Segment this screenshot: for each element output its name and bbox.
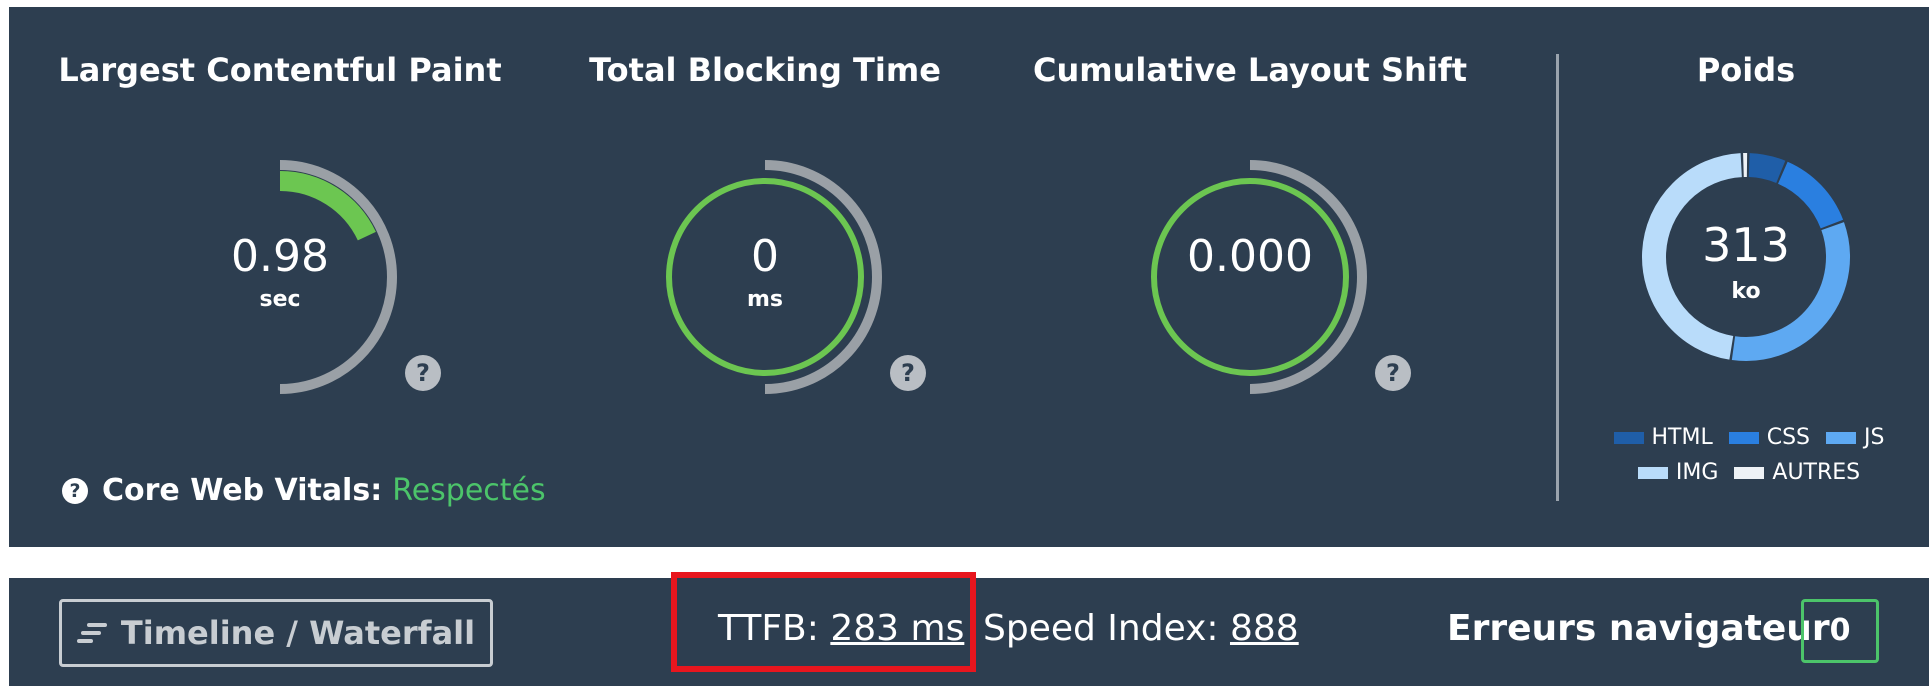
poids-legend: HTML CSS JS IMG AUTRES <box>1599 425 1899 495</box>
donut-slice-html <box>1748 153 1786 184</box>
timeline-waterfall-label: Timeline / Waterfall <box>120 614 476 652</box>
legend-img-label: IMG <box>1675 460 1719 485</box>
legend-html: HTML <box>1613 425 1713 450</box>
lcp-value: 0.98 <box>231 231 329 282</box>
core-web-vitals-value: Respectés <box>392 473 546 508</box>
legend-js-label: JS <box>1864 425 1885 450</box>
speed-index-label: Speed Index: <box>983 608 1219 649</box>
legend-autres: AUTRES <box>1734 460 1860 485</box>
legend-autres-swatch <box>1734 466 1765 479</box>
waterfall-icon <box>76 622 107 644</box>
timeline-waterfall-button[interactable]: Timeline / Waterfall <box>59 599 493 667</box>
speed-index-value-link[interactable]: 888 <box>1230 608 1299 649</box>
legend-html-swatch <box>1613 431 1644 444</box>
browser-errors-count[interactable]: 0 <box>1801 599 1879 663</box>
tbt-gauge: 0 ms <box>635 147 895 407</box>
speed-index-metric: Speed Index: 888 <box>983 608 1299 649</box>
ttfb-highlight-box <box>671 572 976 672</box>
tbt-unit: ms <box>746 287 784 312</box>
legend-css-label: CSS <box>1766 425 1811 450</box>
legend-img-swatch <box>1637 466 1668 479</box>
donut-slice-css <box>1777 161 1844 229</box>
tbt-help-icon[interactable]: ? <box>890 355 926 391</box>
question-circle-icon[interactable]: ? <box>62 477 88 504</box>
poids-unit: ko <box>1731 279 1761 304</box>
cls-title: Cumulative Layout Shift <box>1033 51 1467 89</box>
cls-value: 0.000 <box>1187 231 1313 282</box>
poids-title: Poids <box>1696 51 1796 89</box>
lcp-gauge: 0.98 sec <box>150 147 410 407</box>
tbt-value: 0 <box>751 231 779 282</box>
core-web-vitals-label: Core Web Vitals: <box>102 473 383 508</box>
cls-gauge: 0.000 <box>1120 147 1380 407</box>
core-web-vitals-status: ? Core Web Vitals: Respectés <box>62 473 546 508</box>
tbt-title: Total Blocking Time <box>589 51 941 89</box>
legend-img: IMG <box>1637 460 1719 485</box>
legend-autres-label: AUTRES <box>1772 460 1861 485</box>
legend-css-swatch <box>1728 431 1759 444</box>
legend-js-swatch <box>1826 431 1857 444</box>
lcp-help-icon[interactable]: ? <box>405 355 441 391</box>
lcp-unit: sec <box>259 287 301 312</box>
cls-help-icon[interactable]: ? <box>1375 355 1411 391</box>
legend-html-label: HTML <box>1651 425 1713 450</box>
lcp-title: Largest Contentful Paint <box>58 51 502 89</box>
browser-errors-label: Erreurs navigateur <box>1447 608 1830 649</box>
section-divider <box>1556 54 1559 501</box>
poids-total: 313 <box>1702 218 1790 272</box>
legend-js: JS <box>1826 425 1884 450</box>
legend-css: CSS <box>1728 425 1811 450</box>
metrics-panel: Largest Contentful Paint 0.98 sec ? Tota… <box>9 7 1929 547</box>
